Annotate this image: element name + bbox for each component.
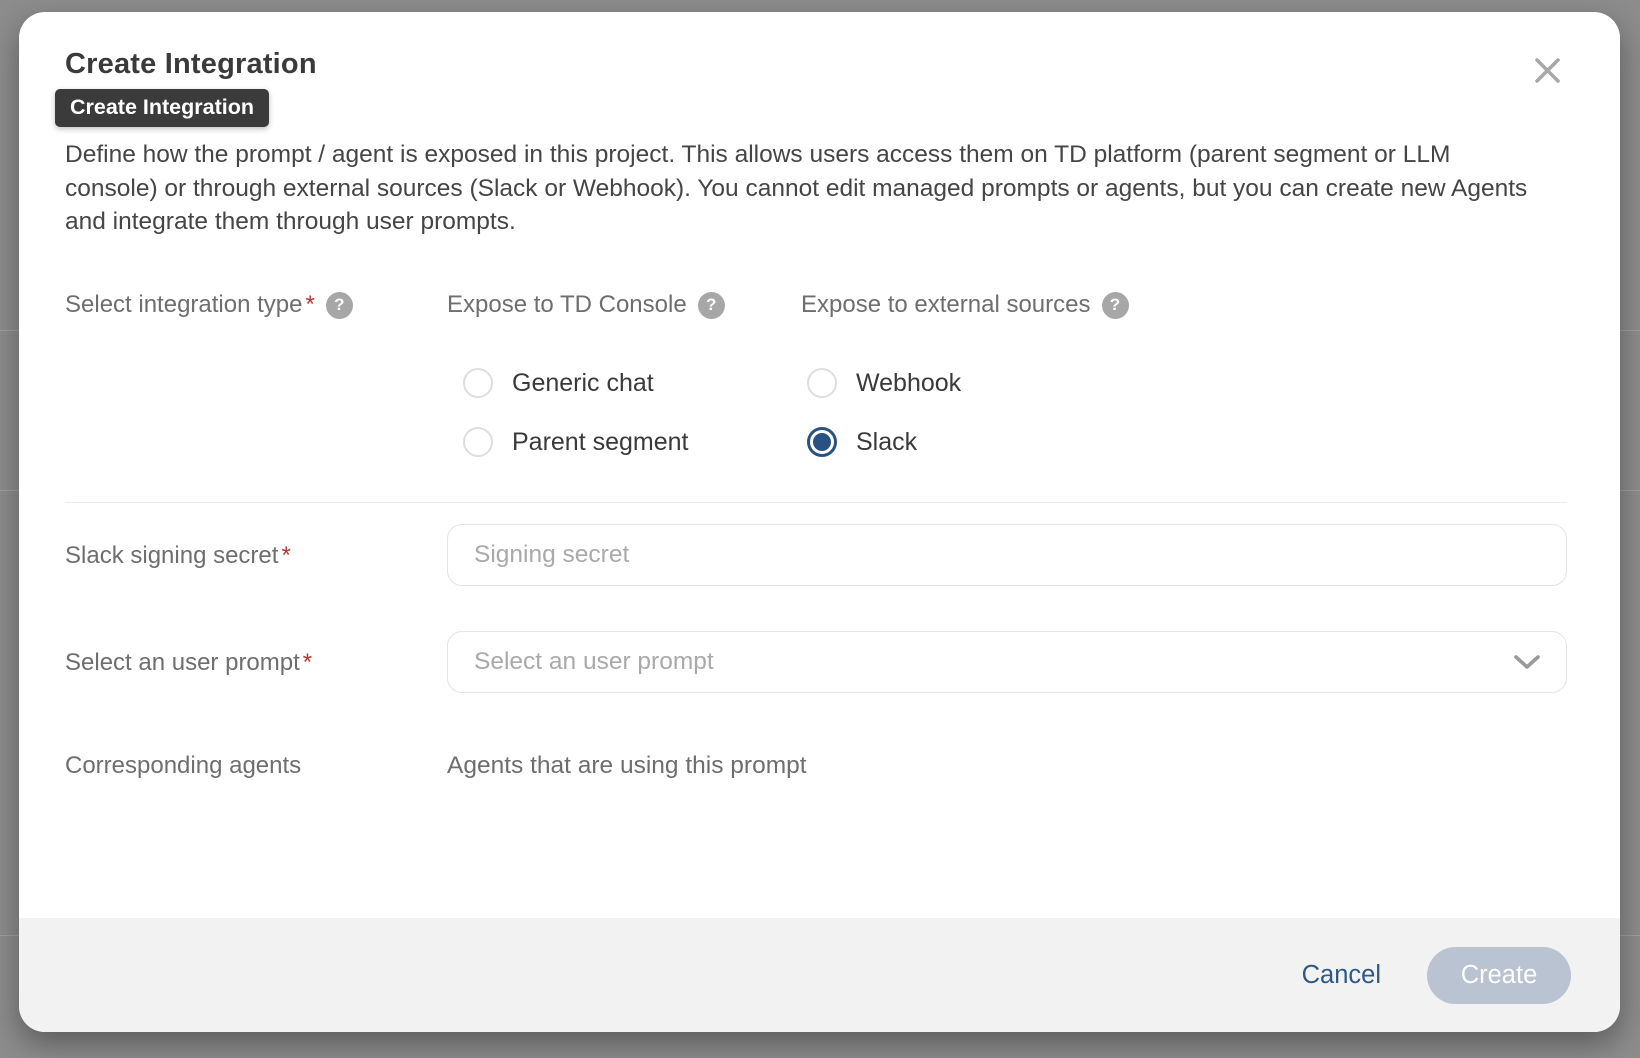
- user-prompt-select[interactable]: Select an user prompt: [447, 631, 1567, 693]
- radio-icon: [807, 368, 837, 398]
- page-title: Create Integration: [65, 48, 317, 81]
- radio-label: Slack: [856, 428, 917, 457]
- cancel-button[interactable]: Cancel: [1302, 961, 1381, 990]
- select-placeholder: Select an user prompt: [474, 648, 714, 676]
- tooltip: Create Integration: [55, 89, 269, 127]
- help-icon[interactable]: ?: [326, 292, 353, 319]
- external-sources-label: Expose to external sources ?: [801, 291, 1129, 319]
- integration-type-label: Select integration type* ?: [65, 291, 353, 319]
- td-console-label-text: Expose to TD Console: [447, 291, 687, 319]
- radio-label: Generic chat: [512, 369, 654, 398]
- user-prompt-label-text: Select an user prompt: [65, 649, 300, 677]
- radio-label: Parent segment: [512, 428, 689, 457]
- user-prompt-label: Select an user prompt*: [65, 649, 312, 677]
- external-sources-label-text: Expose to external sources: [801, 291, 1091, 319]
- close-button[interactable]: [1527, 50, 1567, 90]
- radio-label: Webhook: [856, 369, 961, 398]
- dialog-description: Define how the prompt / agent is exposed…: [65, 138, 1530, 239]
- radio-icon: [807, 427, 837, 457]
- td-console-label: Expose to TD Console ?: [447, 291, 725, 319]
- radio-parent-segment[interactable]: Parent segment: [463, 426, 689, 458]
- radio-icon: [463, 427, 493, 457]
- dialog-footer: Cancel Create: [19, 918, 1620, 1032]
- radio-slack[interactable]: Slack: [807, 426, 917, 458]
- required-asterisk: *: [281, 542, 290, 570]
- chevron-down-icon: [1513, 654, 1541, 671]
- corresponding-agents-value: Agents that are using this prompt: [447, 752, 807, 780]
- integration-type-label-text: Select integration type: [65, 291, 302, 319]
- signing-secret-label: Slack signing secret*: [65, 542, 291, 570]
- help-icon[interactable]: ?: [698, 292, 725, 319]
- corresponding-agents-label-text: Corresponding agents: [65, 752, 301, 780]
- radio-icon: [463, 368, 493, 398]
- help-icon[interactable]: ?: [1102, 292, 1129, 319]
- radio-generic-chat[interactable]: Generic chat: [463, 367, 654, 399]
- corresponding-agents-label: Corresponding agents: [65, 752, 301, 780]
- required-asterisk: *: [303, 649, 312, 677]
- required-asterisk: *: [305, 291, 314, 319]
- close-icon: [1533, 56, 1562, 85]
- divider: [65, 502, 1567, 503]
- signing-secret-label-text: Slack signing secret: [65, 542, 278, 570]
- create-button[interactable]: Create: [1427, 947, 1571, 1004]
- create-integration-dialog: Create Integration Create Integration De…: [19, 12, 1620, 1032]
- radio-webhook[interactable]: Webhook: [807, 367, 961, 399]
- signing-secret-input[interactable]: [447, 524, 1567, 586]
